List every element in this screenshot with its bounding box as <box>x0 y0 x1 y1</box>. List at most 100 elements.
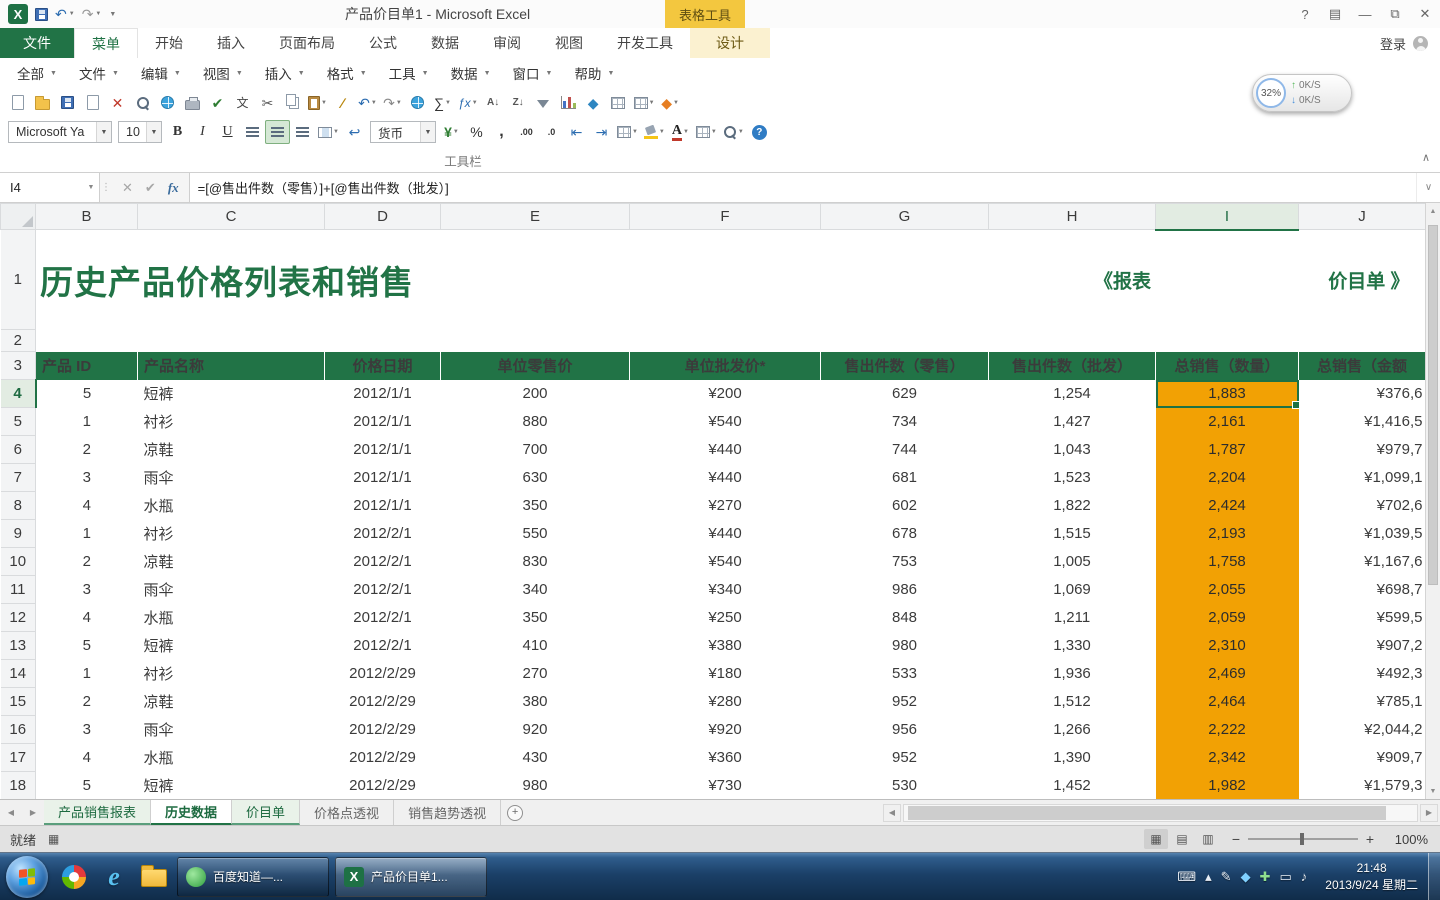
cell-H4[interactable]: 1,254 <box>989 380 1156 408</box>
cell-J7[interactable]: ¥1,099,1 <box>1299 464 1426 492</box>
cell-J4[interactable]: ¥376,6 <box>1299 380 1426 408</box>
cell-G5[interactable]: 734 <box>821 408 989 436</box>
phonetic-guide-button[interactable]: 文 <box>230 91 255 115</box>
row-header-12[interactable]: 12 <box>1 604 36 632</box>
row-header-14[interactable]: 14 <box>1 660 36 688</box>
merge-center-button[interactable]: ▼ <box>315 120 342 144</box>
taskbar-clock[interactable]: 21:48 2013/9/24 星期二 <box>1315 860 1428 894</box>
row-header-1[interactable]: 1 <box>1 230 36 330</box>
cell-E16[interactable]: 920 <box>441 716 630 744</box>
column-header-B[interactable]: B <box>36 204 138 230</box>
cell-C14[interactable]: 衬衫 <box>138 660 325 688</box>
menu-item-格式[interactable]: 格式▼ <box>316 61 378 85</box>
cell-H15[interactable]: 1,512 <box>989 688 1156 716</box>
cell-J15[interactable]: ¥785,1 <box>1299 688 1426 716</box>
close-print-preview-button[interactable]: ✕ <box>105 91 130 115</box>
horizontal-scrollbar[interactable]: ◀ ▶ <box>883 800 1440 825</box>
zoom-find-button[interactable]: ▼ <box>720 120 747 144</box>
cell-E7[interactable]: 630 <box>441 464 630 492</box>
safety-plus-icon[interactable]: ✚ <box>1260 869 1271 885</box>
cell-J18[interactable]: ¥1,579,3 <box>1299 772 1426 800</box>
vertical-scroll-track[interactable] <box>1426 219 1440 783</box>
align-center-button[interactable] <box>265 120 290 144</box>
cell-C6[interactable]: 凉鞋 <box>138 436 325 464</box>
decrease-indent-button[interactable]: ⇤ <box>564 120 589 144</box>
wrap-text-button[interactable]: ↩ <box>342 120 367 144</box>
cell-styles-button[interactable]: ▼ <box>693 120 720 144</box>
customize-quick-access-icon[interactable]: ▼ <box>109 11 116 18</box>
cell-C4[interactable]: 短裤 <box>138 380 325 408</box>
help-button[interactable]: ? <box>1290 0 1320 28</box>
spell-check-button[interactable]: ✔ <box>205 91 230 115</box>
table-header-E[interactable]: 单位零售价 <box>441 352 630 380</box>
collapse-ribbon-button[interactable]: ∧ <box>1422 151 1430 164</box>
cell-I13[interactable]: 2,310 <box>1156 632 1299 660</box>
row-header-17[interactable]: 17 <box>1 744 36 772</box>
ime-keyboard-icon[interactable]: ⌨ <box>1177 869 1196 885</box>
row-header-15[interactable]: 15 <box>1 688 36 716</box>
ribbon-tab-数据[interactable]: 数据 <box>414 28 476 58</box>
cell-B11[interactable]: 3 <box>36 576 138 604</box>
cell-I7[interactable]: 2,204 <box>1156 464 1299 492</box>
cell-D4[interactable]: 2012/1/1 <box>325 380 441 408</box>
print-button[interactable] <box>180 91 205 115</box>
cell-I9[interactable]: 2,193 <box>1156 520 1299 548</box>
vertical-scrollbar[interactable]: ▲ ▼ <box>1425 203 1440 799</box>
save-as-button[interactable] <box>80 91 105 115</box>
cell-C8[interactable]: 水瓶 <box>138 492 325 520</box>
new-sheet-button[interactable]: + <box>501 800 529 825</box>
menu-item-工具[interactable]: 工具▼ <box>378 61 440 85</box>
formula-input[interactable]: =[@售出件数（零售）]+[@售出件数（批发）] <box>190 173 1416 202</box>
cell-G16[interactable]: 956 <box>821 716 989 744</box>
cell-F11[interactable]: ¥340 <box>630 576 821 604</box>
cell-F14[interactable]: ¥180 <box>630 660 821 688</box>
hyperlink-button[interactable] <box>405 91 430 115</box>
nav-link-report[interactable]: 《报表 <box>1094 267 1151 294</box>
cell-I4[interactable]: 1,883 <box>1156 380 1299 408</box>
cell-C16[interactable]: 雨伞 <box>138 716 325 744</box>
name-box[interactable]: I4 ▼ <box>0 173 100 202</box>
column-header-D[interactable]: D <box>325 204 441 230</box>
sheet-tab-价格点透视[interactable]: 价格点透视 <box>300 800 394 825</box>
cell-B8[interactable]: 4 <box>36 492 138 520</box>
cell-B10[interactable]: 2 <box>36 548 138 576</box>
cell-E11[interactable]: 340 <box>441 576 630 604</box>
cell-H10[interactable]: 1,005 <box>989 548 1156 576</box>
show-desktop-button[interactable] <box>1428 853 1440 900</box>
cell-J9[interactable]: ¥1,039,5 <box>1299 520 1426 548</box>
cell-C7[interactable]: 雨伞 <box>138 464 325 492</box>
cell-B16[interactable]: 3 <box>36 716 138 744</box>
cell-H16[interactable]: 1,266 <box>989 716 1156 744</box>
menu-item-帮助[interactable]: 帮助▼ <box>563 61 625 85</box>
cell-H9[interactable]: 1,515 <box>989 520 1156 548</box>
undo-button[interactable]: ↶▼ <box>55 7 75 21</box>
zoom-slider-thumb[interactable] <box>1300 833 1304 845</box>
cell-F13[interactable]: ¥380 <box>630 632 821 660</box>
bold-button[interactable]: B <box>165 120 190 144</box>
cell-G6[interactable]: 744 <box>821 436 989 464</box>
percent-style-button[interactable]: % <box>464 120 489 144</box>
help-button[interactable] <box>747 120 772 144</box>
horizontal-scroll-track[interactable] <box>903 804 1418 822</box>
cell-D18[interactable]: 2012/2/29 <box>325 772 441 800</box>
cell-E6[interactable]: 700 <box>441 436 630 464</box>
net-speed-widget[interactable]: 32% ↑0K/S ↓0K/S <box>1252 74 1352 112</box>
filter-button[interactable] <box>531 91 556 115</box>
format-painter-button[interactable]: ∕ <box>330 91 355 115</box>
cell-C15[interactable]: 凉鞋 <box>138 688 325 716</box>
cell-C9[interactable]: 衬衫 <box>138 520 325 548</box>
macro-record-icon[interactable]: ▦ <box>48 832 59 846</box>
cell-J8[interactable]: ¥702,6 <box>1299 492 1426 520</box>
cell-title-row[interactable]: 历史产品价格列表和销售《报表价目单 》 <box>36 230 1426 330</box>
cell-F4[interactable]: ¥200 <box>630 380 821 408</box>
insert-function-button[interactable]: ƒx▼ <box>455 91 481 115</box>
web-page-preview-button[interactable] <box>155 91 180 115</box>
cell-D16[interactable]: 2012/2/29 <box>325 716 441 744</box>
cell-J10[interactable]: ¥1,167,6 <box>1299 548 1426 576</box>
sheet-tab-价目单[interactable]: 价目单 <box>232 800 300 825</box>
cell-F18[interactable]: ¥730 <box>630 772 821 800</box>
cell-I17[interactable]: 2,342 <box>1156 744 1299 772</box>
ribbon-tab-页面布局[interactable]: 页面布局 <box>262 28 352 58</box>
cell-B7[interactable]: 3 <box>36 464 138 492</box>
cell-H5[interactable]: 1,427 <box>989 408 1156 436</box>
